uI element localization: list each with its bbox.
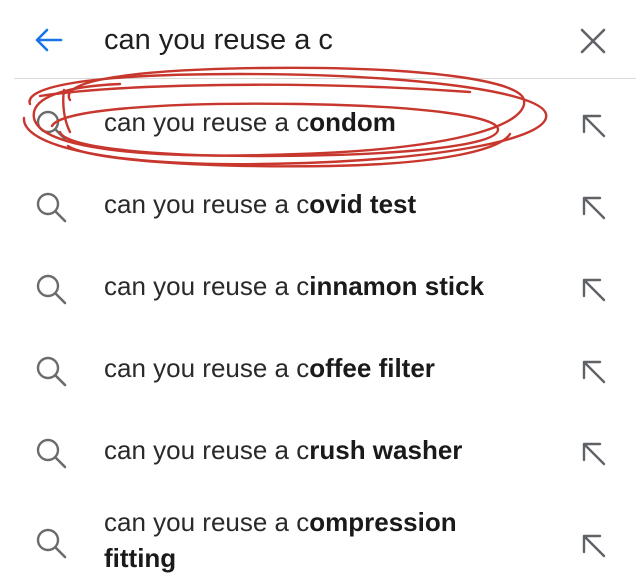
arrow-up-left-icon[interactable] [578, 110, 608, 140]
arrow-left-icon[interactable] [30, 22, 66, 58]
suggestion-text: can you reuse a covid test [104, 189, 417, 219]
arrow-up-left-icon[interactable] [578, 438, 608, 468]
search-input[interactable]: can you reuse a c [104, 20, 333, 60]
suggestion-list: can you reuse a condom can you reuse a c… [0, 80, 640, 576]
search-icon [36, 110, 67, 141]
suggestion-text: can you reuse a compression fitting [104, 507, 457, 573]
search-icon [36, 192, 67, 223]
suggestion-text: can you reuse a coffee filter [104, 353, 435, 383]
arrow-up-left-icon[interactable] [578, 356, 608, 386]
search-icon [36, 274, 67, 305]
search-icon [36, 438, 67, 469]
arrow-up-left-icon[interactable] [578, 274, 608, 304]
search-icon [36, 528, 67, 559]
suggestion-text: can you reuse a crush washer [104, 435, 463, 465]
suggestion-text: can you reuse a cinnamon stick [104, 271, 485, 301]
search-divider [14, 78, 636, 79]
arrow-up-left-icon[interactable] [578, 530, 608, 560]
suggestion-text: can you reuse a condom [104, 107, 396, 137]
arrow-up-left-icon[interactable] [578, 192, 608, 222]
search-icon [36, 356, 67, 387]
suggestion-item[interactable]: can you reuse a coffee filter [0, 326, 640, 408]
suggestion-item[interactable]: can you reuse a covid test [0, 162, 640, 244]
suggestion-item[interactable]: can you reuse a condom [0, 80, 640, 162]
suggestion-item[interactable]: can you reuse a crush washer [0, 408, 640, 490]
close-icon[interactable] [576, 24, 610, 58]
search-bar: can you reuse a c [0, 0, 640, 78]
suggestion-item[interactable]: can you reuse a cinnamon stick [0, 244, 640, 326]
suggestion-item[interactable]: can you reuse a compression fitting [0, 490, 640, 576]
